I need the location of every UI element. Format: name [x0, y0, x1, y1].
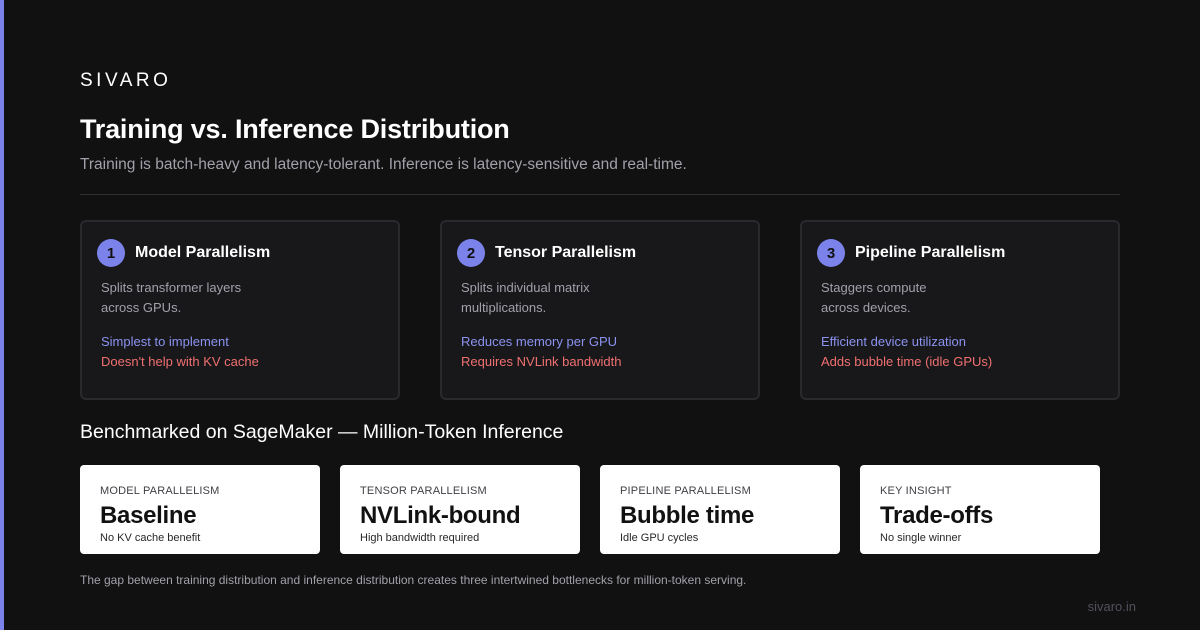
card-description-line: Splits transformer layers	[101, 280, 242, 295]
step-number-badge: 1	[97, 239, 125, 267]
card-con: Doesn't help with KV cache	[101, 354, 259, 369]
stat-value: Trade-offs	[880, 502, 994, 529]
card-tensor-parallelism: 2 Tensor Parallelism Splits individual m…	[440, 220, 760, 400]
card-pro: Efficient device utilization	[821, 334, 967, 349]
site-url: sivaro.in	[1087, 599, 1136, 614]
card-description: Splits transformer layers across GPUs.	[101, 278, 271, 318]
stat-value: Baseline	[100, 502, 197, 529]
brand-logo: SIVARO	[80, 70, 172, 91]
step-number-badge: 3	[817, 239, 845, 267]
stat-value: Bubble time	[620, 502, 755, 529]
stat-note: High bandwidth required	[360, 532, 480, 544]
stat-card-insight: KEY INSIGHT Trade-offs No single winner	[860, 465, 1100, 554]
page-subtitle: Training is batch-heavy and latency-tole…	[80, 156, 687, 173]
card-description-line: across GPUs.	[101, 300, 182, 315]
stat-label: MODEL PARALLELISM	[100, 485, 220, 497]
stat-note: No single winner	[880, 532, 962, 544]
card-description-line: across devices.	[821, 300, 911, 315]
stat-card-pipeline: PIPELINE PARALLELISM Bubble time Idle GP…	[600, 465, 840, 554]
divider	[80, 194, 1120, 195]
card-description-line: Splits individual matrix	[461, 280, 590, 295]
stat-label: TENSOR PARALLELISM	[360, 485, 487, 497]
card-pro: Reduces memory per GPU	[461, 334, 618, 349]
card-description-line: Staggers compute	[821, 280, 927, 295]
card-title: Tensor Parallelism	[495, 244, 637, 261]
stat-value: NVLink-bound	[360, 502, 521, 529]
card-pipeline-parallelism: 3 Pipeline Parallelism Staggers compute …	[800, 220, 1120, 400]
page-title: Training vs. Inference Distribution	[80, 114, 510, 144]
benchmark-section-title: Benchmarked on SageMaker — Million-Token…	[80, 421, 564, 443]
footnote: The gap between training distribution an…	[80, 573, 747, 587]
stat-note: No KV cache benefit	[100, 532, 201, 544]
card-model-parallelism: 1 Model Parallelism Splits transformer l…	[80, 220, 400, 400]
card-title: Pipeline Parallelism	[855, 244, 1006, 261]
card-description: Splits individual matrix multiplications…	[461, 278, 631, 318]
card-title: Model Parallelism	[135, 244, 271, 261]
card-con: Adds bubble time (idle GPUs)	[821, 354, 993, 369]
accent-bar	[0, 0, 4, 630]
step-number-badge: 2	[457, 239, 485, 267]
card-con: Requires NVLink bandwidth	[461, 354, 622, 369]
card-description: Staggers compute across devices.	[821, 278, 991, 318]
card-description-line: multiplications.	[461, 300, 547, 315]
card-pro: Simplest to implement	[101, 334, 229, 349]
stat-card-tensor: TENSOR PARALLELISM NVLink-bound High ban…	[340, 465, 580, 554]
stat-label: PIPELINE PARALLELISM	[620, 485, 751, 497]
stat-card-model: MODEL PARALLELISM Baseline No KV cache b…	[80, 465, 320, 554]
stat-label: KEY INSIGHT	[880, 485, 952, 497]
stat-note: Idle GPU cycles	[620, 532, 699, 544]
